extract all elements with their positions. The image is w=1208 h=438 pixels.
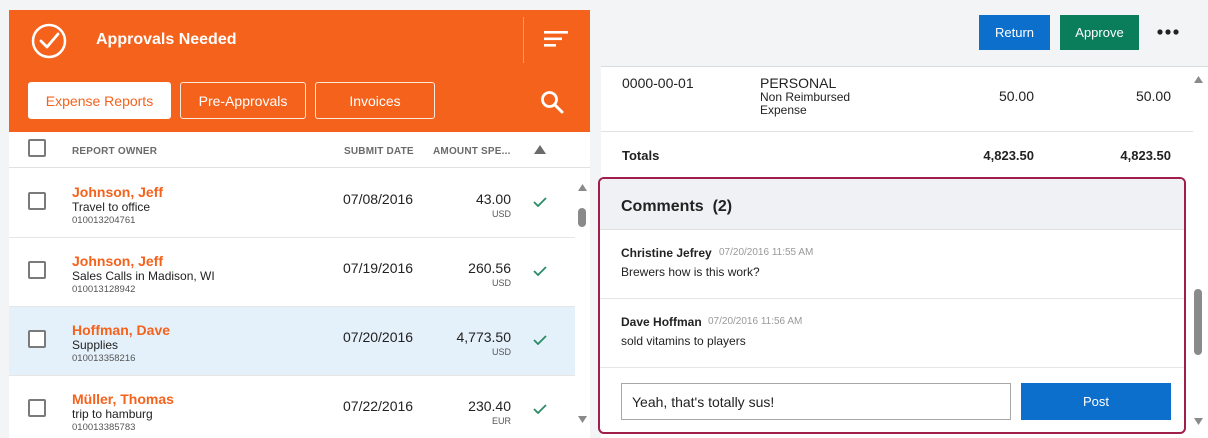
checkmark-icon xyxy=(533,404,547,414)
report-id: 010013128942 xyxy=(72,284,136,295)
submit-date: 07/22/2016 xyxy=(343,398,414,414)
comment-text: sold vitamins to players xyxy=(621,334,746,348)
tab-expense-reports[interactable]: Expense Reports xyxy=(28,82,171,119)
comment-timestamp: 07/20/2016 11:55 AM xyxy=(719,247,814,258)
totals-amount-approved: 4,823.50 xyxy=(1120,148,1171,163)
currency-code: EUR xyxy=(491,416,511,426)
row-checkbox[interactable] xyxy=(28,192,46,210)
comments-count: (2) xyxy=(712,198,733,215)
row-checkbox[interactable] xyxy=(28,261,46,279)
comment-text: Brewers how is this work? xyxy=(621,265,760,279)
comment-author: Christine Jefrey xyxy=(621,246,712,260)
comment-item: Christine Jefrey 07/20/2016 11:55 AM Bre… xyxy=(600,230,1184,299)
amount-value: 43.00 xyxy=(475,191,511,207)
report-list: Johnson, Jeff Travel to office 010013204… xyxy=(9,170,575,438)
scroll-thumb[interactable] xyxy=(578,208,586,227)
page-title: Approvals Needed xyxy=(96,31,237,48)
currency-code: USD xyxy=(491,278,511,288)
submit-date: 07/08/2016 xyxy=(343,191,414,207)
report-row[interactable]: Hoffman, Dave Supplies 010013358216 07/2… xyxy=(9,307,575,376)
report-owner-name: Johnson, Jeff xyxy=(72,184,164,200)
comment-author: Dave Hoffman xyxy=(621,315,702,329)
report-description: Supplies xyxy=(72,338,119,352)
report-list-scrollbar[interactable] xyxy=(575,170,590,438)
comment-input[interactable] xyxy=(621,383,1011,420)
line-type: PERSONAL xyxy=(760,75,837,91)
report-description: Sales Calls in Madison, WI xyxy=(72,269,215,283)
report-id: 010013358216 xyxy=(72,353,136,364)
submit-date: 07/19/2016 xyxy=(343,260,414,276)
check-circle-icon xyxy=(31,23,67,59)
column-header-row: REPORT OWNER SUBMIT DATE AMOUNT SPE... xyxy=(9,132,590,168)
submit-date: 07/20/2016 xyxy=(343,329,414,345)
currency-code: USD xyxy=(491,347,511,357)
comments-title-label: Comments xyxy=(621,198,704,215)
comment-item: Dave Hoffman 07/20/2016 11:56 AM sold vi… xyxy=(600,299,1184,368)
more-options-icon[interactable] xyxy=(1157,28,1179,36)
return-button[interactable]: Return xyxy=(979,15,1050,50)
amount-value: 260.56 xyxy=(468,260,511,276)
totals-label: Totals xyxy=(622,148,660,163)
sort-ascending-icon[interactable] xyxy=(534,145,546,154)
scroll-down-arrow[interactable] xyxy=(1194,418,1203,425)
action-bar: Return Approve xyxy=(601,0,1208,67)
row-checkbox[interactable] xyxy=(28,330,46,348)
column-amount-spent[interactable]: AMOUNT SPE... xyxy=(433,146,511,157)
column-report-owner[interactable]: REPORT OWNER xyxy=(72,146,157,157)
header-divider xyxy=(523,17,524,63)
scroll-thumb[interactable] xyxy=(1194,289,1202,355)
divider xyxy=(601,131,1193,132)
row-checkbox[interactable] xyxy=(28,399,46,417)
comments-title: Comments (2) xyxy=(621,198,732,216)
line-account: 0000-00-01 xyxy=(622,75,694,91)
select-all-checkbox[interactable] xyxy=(28,139,46,157)
approve-button[interactable]: Approve xyxy=(1060,15,1139,50)
line-subtype-1: Non Reimbursed xyxy=(760,90,851,104)
line-amount-approved: 50.00 xyxy=(1135,88,1171,104)
amount-value: 4,773.50 xyxy=(456,329,512,345)
report-owner-name: Johnson, Jeff xyxy=(72,253,164,269)
comments-section: Comments (2) Christine Jefrey 07/20/2016… xyxy=(598,177,1186,434)
totals-amount-requested: 4,823.50 xyxy=(983,148,1034,163)
detail-scrollbar[interactable] xyxy=(1191,68,1206,434)
report-description: trip to hamburg xyxy=(72,407,153,421)
report-owner-name: Müller, Thomas xyxy=(72,391,174,407)
approvals-header: Approvals Needed Expense Reports Pre-App… xyxy=(9,10,590,132)
comment-timestamp: 07/20/2016 11:56 AM xyxy=(708,316,803,327)
report-row[interactable]: Johnson, Jeff Sales Calls in Madison, WI… xyxy=(9,238,575,307)
approvals-panel: Approvals Needed Expense Reports Pre-App… xyxy=(9,10,590,438)
report-id: 010013385783 xyxy=(72,422,136,433)
currency-code: USD xyxy=(491,209,511,219)
scroll-up-arrow[interactable] xyxy=(1194,76,1203,83)
checkmark-icon xyxy=(533,197,547,207)
report-id: 010013204761 xyxy=(72,215,136,226)
amount-value: 230.40 xyxy=(468,398,511,414)
line-amount-requested: 50.00 xyxy=(998,88,1034,104)
tab-invoices[interactable]: Invoices xyxy=(315,82,435,119)
report-owner-name: Hoffman, Dave xyxy=(72,322,171,338)
scroll-down-arrow[interactable] xyxy=(578,416,587,423)
scroll-up-arrow[interactable] xyxy=(578,184,587,191)
column-submit-date[interactable]: SUBMIT DATE xyxy=(344,146,414,157)
checkmark-icon xyxy=(533,266,547,276)
sort-icon[interactable] xyxy=(544,30,568,48)
report-description: Travel to office xyxy=(72,200,151,214)
expense-line-items: 0000-00-01 PERSONAL Non Reimbursed Expen… xyxy=(601,68,1193,178)
report-row[interactable]: Johnson, Jeff Travel to office 010013204… xyxy=(9,170,575,238)
report-row[interactable]: Müller, Thomas trip to hamburg 010013385… xyxy=(9,376,575,438)
comments-header: Comments (2) xyxy=(600,179,1184,230)
tab-pre-approvals[interactable]: Pre-Approvals xyxy=(180,82,306,119)
checkmark-icon xyxy=(533,335,547,345)
line-subtype-2: Expense xyxy=(760,103,807,117)
post-comment-button[interactable]: Post xyxy=(1021,383,1171,420)
search-icon[interactable] xyxy=(540,90,564,114)
